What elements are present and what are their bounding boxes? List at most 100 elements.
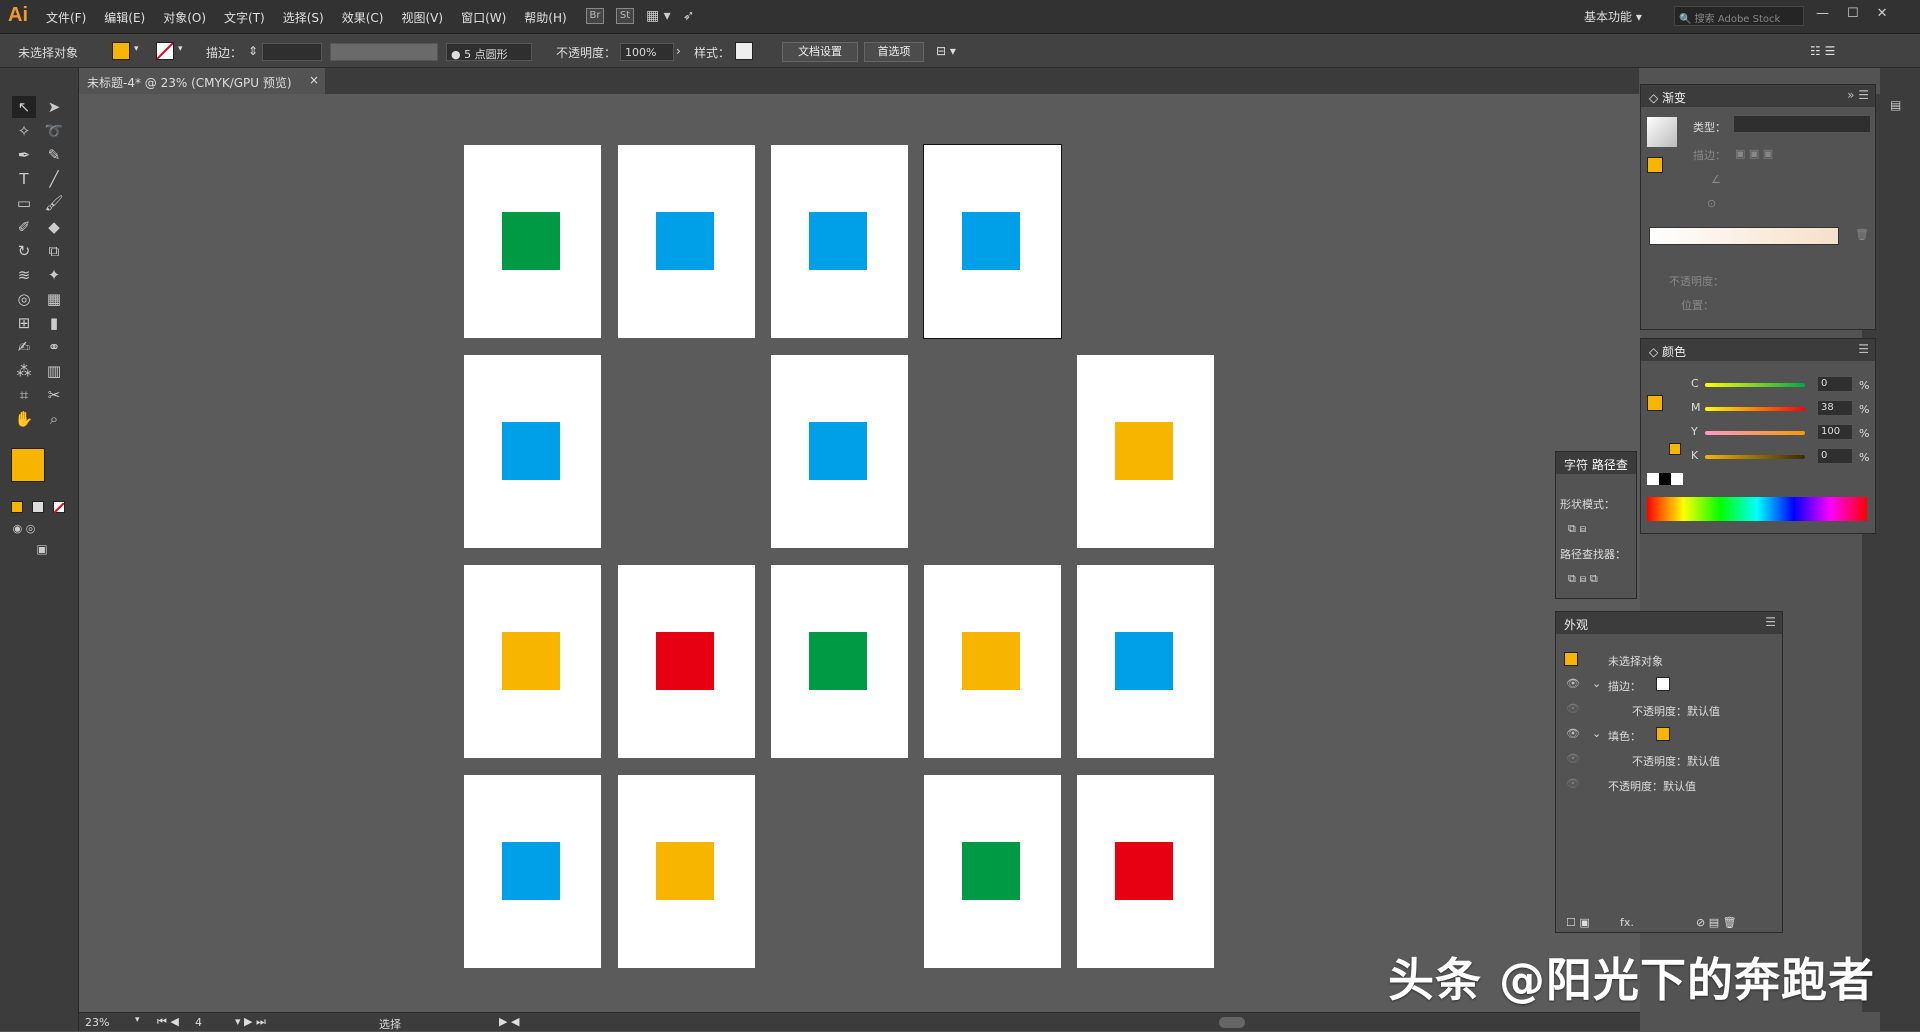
- color-fill-swatch[interactable]: [1647, 395, 1663, 411]
- magenta-field[interactable]: 38: [1817, 400, 1853, 416]
- graphic-style-swatch[interactable]: [735, 42, 753, 60]
- square-shape[interactable]: [656, 842, 714, 900]
- panel-menu-icon[interactable]: ☰: [1765, 615, 1776, 629]
- panel-options-icon[interactable]: ☷ ☰: [1810, 44, 1835, 58]
- cyan-slider[interactable]: [1705, 383, 1805, 387]
- appearance-stroke[interactable]: 描边：: [1608, 678, 1641, 694]
- draw-mode-icon[interactable]: ◉ ◎: [12, 518, 36, 540]
- selection-tool-icon[interactable]: ↖: [12, 96, 36, 118]
- square-shape[interactable]: [809, 632, 867, 690]
- shape-mode-icons[interactable]: ⧉ ⧈: [1568, 522, 1586, 536]
- eye-icon[interactable]: 👁: [1566, 677, 1580, 690]
- square-shape[interactable]: [962, 212, 1020, 270]
- line-tool-icon[interactable]: ╱: [42, 168, 66, 190]
- stroke-weight-field[interactable]: [262, 43, 322, 61]
- black-slider[interactable]: [1705, 455, 1805, 459]
- square-shape[interactable]: [809, 212, 867, 270]
- none-mode-icon[interactable]: [53, 501, 65, 514]
- artboard[interactable]: [618, 145, 755, 338]
- paintbrush-icon[interactable]: 🖌: [42, 192, 66, 214]
- artboard[interactable]: [771, 355, 908, 548]
- artboard[interactable]: [924, 775, 1061, 968]
- fill-swatch[interactable]: [112, 42, 130, 60]
- object-opacity[interactable]: 不透明度：默认值: [1608, 778, 1696, 794]
- stock-search-input[interactable]: 🔍 搜索 Adobe Stock: [1674, 6, 1804, 26]
- preferences-button[interactable]: 首选项: [864, 42, 924, 62]
- square-shape[interactable]: [502, 842, 560, 900]
- black-field[interactable]: 0: [1817, 448, 1853, 464]
- first-artboard-icon[interactable]: ⏮ ◀: [157, 1015, 179, 1029]
- panel-menu-icon[interactable]: » ☰: [1847, 88, 1869, 102]
- fill-chevron-icon[interactable]: ⌄: [1592, 727, 1601, 740]
- stroke-chevron-icon[interactable]: ⌄: [1592, 677, 1601, 690]
- scale-tool-icon[interactable]: ⧉: [42, 240, 66, 262]
- lasso-icon[interactable]: ➰: [42, 120, 66, 142]
- stock-button[interactable]: St: [616, 8, 634, 24]
- artboard-selected[interactable]: [923, 144, 1062, 339]
- square-shape[interactable]: [962, 632, 1020, 690]
- menu-file[interactable]: 文件(F): [46, 9, 86, 26]
- square-shape[interactable]: [1115, 632, 1173, 690]
- fx-button[interactable]: fx.: [1620, 916, 1634, 929]
- arrange-icon[interactable]: ⊟ ▾: [936, 44, 956, 58]
- stroke-opacity[interactable]: 不透明度：默认值: [1632, 703, 1720, 719]
- zoom-level[interactable]: 23%: [85, 1016, 109, 1029]
- add-stroke-icon[interactable]: ☐ ▣: [1566, 916, 1590, 929]
- gradient-mode-icon[interactable]: [32, 501, 44, 513]
- brush-definition[interactable]: ● 5 点圆形: [446, 43, 532, 61]
- out-of-gamut-swatch[interactable]: [1669, 443, 1681, 455]
- menu-object[interactable]: 对象(O): [163, 9, 206, 26]
- fill-color-box[interactable]: [11, 448, 45, 482]
- artboard-tool-icon[interactable]: ⌗: [12, 384, 36, 406]
- document-tab[interactable]: 未标题-4* @ 23% (CMYK/GPU 预览) ×: [79, 68, 325, 94]
- square-shape[interactable]: [1115, 842, 1173, 900]
- gradient-type-select[interactable]: [1733, 115, 1871, 133]
- artboard[interactable]: [618, 565, 755, 758]
- pathfinder-icons[interactable]: ⧉ ⧈ ⧉: [1568, 572, 1598, 586]
- maximize-icon[interactable]: ☐: [1847, 6, 1859, 21]
- artboard[interactable]: [1077, 565, 1214, 758]
- appearance-fill[interactable]: 填色：: [1608, 728, 1641, 744]
- status-menu-icon[interactable]: ▶ ◀: [499, 1015, 519, 1028]
- rectangle-tool-icon[interactable]: ▭: [12, 192, 36, 214]
- menu-select[interactable]: 选择(S): [283, 9, 324, 26]
- stroke-swatch[interactable]: [156, 42, 174, 60]
- close-icon[interactable]: ✕: [1877, 6, 1888, 21]
- fill-opacity[interactable]: 不透明度：默认值: [1632, 753, 1720, 769]
- eye-icon[interactable]: 👁: [1566, 727, 1580, 740]
- artboard[interactable]: [771, 565, 908, 758]
- square-shape[interactable]: [809, 422, 867, 480]
- artboard-number[interactable]: 4: [195, 1016, 202, 1029]
- stroke-dropdown-icon[interactable]: ▾: [178, 44, 183, 54]
- clear-appearance-icon[interactable]: ⊘ ▤ 🗑: [1696, 916, 1737, 929]
- puppet-warp-icon[interactable]: ✦: [42, 264, 66, 286]
- color-mode-icon[interactable]: [11, 501, 23, 513]
- square-shape[interactable]: [1115, 422, 1173, 480]
- variable-width-profile[interactable]: [330, 43, 438, 61]
- type-tool-icon[interactable]: T: [12, 168, 36, 190]
- menu-view[interactable]: 视图(V): [401, 9, 443, 26]
- square-shape[interactable]: [656, 632, 714, 690]
- eraser-icon[interactable]: ◆: [42, 216, 66, 238]
- panel-menu-icon[interactable]: ☰: [1858, 342, 1869, 356]
- bridge-button[interactable]: Br: [586, 8, 604, 24]
- eye-icon[interactable]: 👁: [1566, 752, 1580, 765]
- symbol-sprayer-icon[interactable]: ⁂: [12, 360, 36, 382]
- libraries-icon[interactable]: ▤: [1890, 98, 1901, 112]
- gradient-slider[interactable]: [1649, 227, 1839, 245]
- fill-swatch-small[interactable]: [1656, 727, 1670, 741]
- yellow-field[interactable]: 100: [1817, 424, 1853, 440]
- stroke-stepper-icon[interactable]: ⇕: [248, 44, 258, 58]
- artboard[interactable]: [924, 565, 1061, 758]
- magic-wand-icon[interactable]: ✧: [12, 120, 36, 142]
- blend-tool-icon[interactable]: ⚭: [42, 336, 66, 358]
- square-shape[interactable]: [962, 842, 1020, 900]
- rotate-tool-icon[interactable]: ↻: [12, 240, 36, 262]
- zoom-dropdown-icon[interactable]: ▾: [135, 1015, 140, 1025]
- none-black-white-swatches[interactable]: [1647, 473, 1683, 485]
- shape-builder-icon[interactable]: ◎: [12, 288, 36, 310]
- minimize-icon[interactable]: —: [1816, 6, 1829, 21]
- eye-icon[interactable]: 👁: [1566, 702, 1580, 715]
- graph-tool-icon[interactable]: ▥: [42, 360, 66, 382]
- cyan-field[interactable]: 0: [1817, 376, 1853, 392]
